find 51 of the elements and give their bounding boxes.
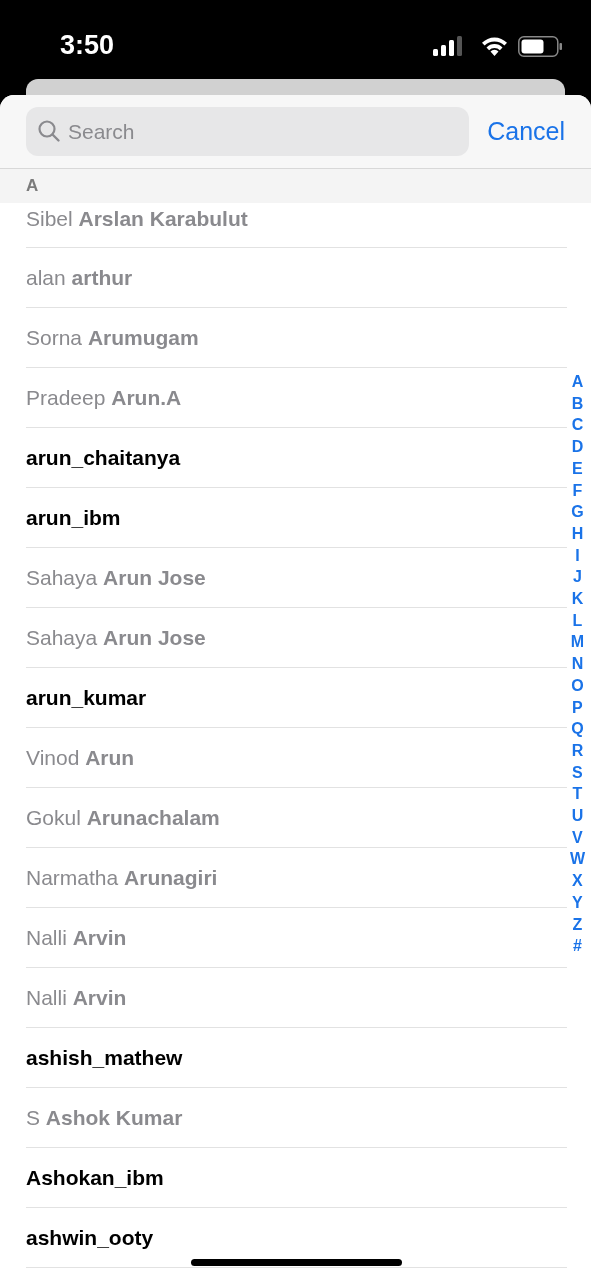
status-time: 3:50	[60, 30, 115, 61]
contact-row[interactable]: arun_chaitanya	[26, 428, 567, 488]
search-field[interactable]: Search	[26, 107, 470, 156]
index-letter[interactable]: I	[575, 544, 580, 567]
index-letter[interactable]: P	[572, 696, 583, 719]
index-letter[interactable]: M	[570, 631, 585, 654]
index-letter[interactable]: A	[571, 371, 584, 393]
index-letter[interactable]: U	[571, 805, 584, 827]
signal-icon	[433, 36, 463, 56]
contact-row[interactable]: Vinod Arun	[26, 728, 567, 788]
contact-row[interactable]: arun_kumar	[26, 668, 567, 728]
index-letter[interactable]: D	[571, 436, 584, 458]
index-letter[interactable]: F	[572, 479, 583, 502]
battery-icon	[518, 36, 563, 57]
index-letter[interactable]: Y	[572, 891, 583, 914]
index-letter[interactable]: X	[572, 870, 583, 892]
contact-row[interactable]: ashish_mathew	[26, 1028, 567, 1088]
index-letter[interactable]: G	[571, 501, 584, 523]
index-letter[interactable]: H	[571, 522, 584, 545]
index-letter[interactable]: O	[571, 674, 584, 697]
contact-row[interactable]: Nalli Arvin	[26, 968, 567, 1028]
index-letter[interactable]: E	[572, 457, 583, 480]
index-letter[interactable]: L	[572, 609, 583, 632]
index-letter[interactable]: W	[569, 848, 585, 871]
index-letter[interactable]: C	[571, 414, 584, 437]
index-letter[interactable]: R	[571, 739, 584, 762]
contact-row[interactable]: alan arthur	[26, 248, 567, 308]
index-letter[interactable]: Q	[571, 718, 584, 740]
contact-row[interactable]: Pradeep Arun.A	[26, 368, 567, 428]
index-letter[interactable]: V	[572, 826, 583, 849]
contact-row[interactable]: Narmatha Arunagiri	[26, 848, 567, 908]
wifi-icon	[481, 36, 508, 56]
index-letter[interactable]: Z	[572, 913, 583, 936]
cancel-button[interactable]: Cancel	[487, 117, 565, 146]
index-letter[interactable]: #	[573, 935, 582, 957]
section-header: A	[0, 169, 591, 203]
index-letter[interactable]: B	[571, 392, 584, 415]
index-letter[interactable]: K	[571, 588, 584, 610]
contact-row[interactable]: Gokul Arunachalam	[26, 788, 567, 848]
contact-row[interactable]: Sorna Arumugam	[26, 308, 567, 368]
index-letter[interactable]: T	[572, 783, 583, 806]
contact-row[interactable]: Nalli Arvin	[26, 908, 567, 968]
contact-row[interactable]: Sahaya Arun Jose	[26, 608, 567, 668]
index-letter[interactable]: N	[571, 653, 584, 675]
index-letter[interactable]: S	[572, 761, 583, 784]
contact-row[interactable]: arun_ibm	[26, 488, 567, 548]
contact-row[interactable]: Sahaya Arun Jose	[26, 548, 567, 608]
contact-row[interactable]: S Ashok Kumar	[26, 1088, 567, 1148]
contact-row[interactable]: Sibel Arslan Karabulut	[26, 203, 567, 248]
contact-row[interactable]: Ashokan_ibm	[26, 1148, 567, 1208]
index-letter[interactable]: J	[573, 566, 582, 589]
